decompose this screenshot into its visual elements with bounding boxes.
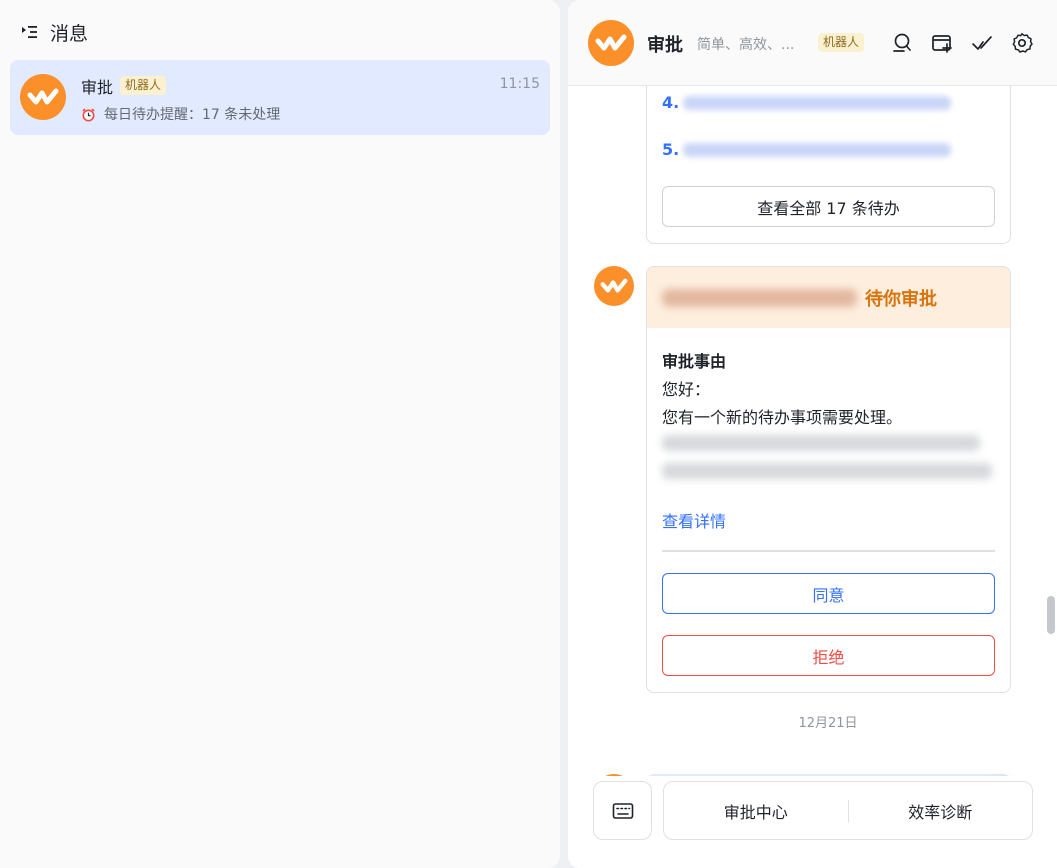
list-item[interactable]: 4.	[662, 93, 952, 112]
conversation-item-approval[interactable]: 审批 机器人 11:15 每日待办提醒：17 条未处理	[10, 60, 550, 135]
approval-reason-label: 审批事由	[662, 352, 727, 371]
redacted-text	[662, 435, 980, 451]
conversation-preview: 每日待办提醒：17 条未处理	[81, 104, 280, 124]
messages-title: 消息	[50, 22, 89, 45]
bottom-input-bar: 审批中心 效率诊断	[568, 776, 1057, 868]
bot-badge: 机器人	[120, 76, 167, 95]
view-all-todos-button[interactable]: 查看全部 17 条待办	[662, 186, 995, 227]
scrollbar-thumb[interactable]	[1047, 596, 1055, 634]
search-chat-icon[interactable]	[890, 31, 914, 55]
chat-title[interactable]: 审批	[647, 31, 683, 57]
alarm-clock-icon	[81, 107, 96, 122]
menu-efficiency-diagnosis[interactable]: 效率诊断	[849, 799, 1033, 823]
reject-button[interactable]: 拒绝	[662, 635, 995, 676]
conversation-time: 11:15	[499, 76, 540, 92]
greeting-text: 您好：	[662, 380, 711, 399]
bot-badge: 机器人	[818, 33, 865, 52]
conversation-list-header: 消息	[20, 18, 88, 46]
approval-body-text: 您有一个新的待办事项需要处理。	[662, 408, 903, 427]
redacted-text	[683, 142, 952, 157]
menu-approval-center[interactable]: 审批中心	[664, 799, 848, 823]
pin-check-icon[interactable]	[970, 31, 994, 55]
keyboard-toggle-button[interactable]	[593, 781, 652, 840]
settings-gear-icon[interactable]	[1010, 31, 1034, 55]
collapse-sidebar-icon[interactable]	[20, 23, 38, 41]
redacted-text	[683, 95, 952, 110]
approval-request-card: 待你审批 审批事由 您好： 您有一个新的待办事项需要处理。 查看详情 同意 拒绝	[646, 266, 1011, 693]
conversation-list-panel: 消息 审批 机器人 11:15 每日待办提醒：17 条未处理	[0, 0, 560, 868]
approval-bot-avatar[interactable]	[594, 266, 634, 306]
message-area: 4. 5. 查看全部 17 条待办 待你审批 审批事由 您好： 您有一个新的待办…	[568, 86, 1057, 776]
add-tab-icon[interactable]	[930, 31, 954, 55]
redacted-text	[662, 463, 992, 479]
chat-description: 简单、高效、...	[697, 37, 795, 53]
preview-text: 每日待办提醒：17 条未处理	[104, 107, 281, 123]
list-item[interactable]: 5.	[662, 140, 952, 159]
date-separator: 12月21日	[798, 716, 858, 731]
chat-header: 审批 简单、高效、... 机器人	[568, 0, 1057, 86]
todo-list-card: 4. 5. 查看全部 17 条待办	[646, 86, 1011, 244]
chat-panel: 审批 简单、高效、... 机器人 4. 5. 查看全部 17 条待办 待你审批 …	[568, 0, 1057, 868]
approval-bot-avatar[interactable]	[588, 20, 634, 66]
bot-menu-bar: 审批中心 效率诊断	[663, 781, 1033, 840]
list-item-index: 4.	[662, 93, 680, 112]
view-details-link[interactable]: 查看详情	[662, 508, 726, 532]
approval-bot-avatar	[20, 74, 66, 120]
conversation-name: 审批	[81, 78, 114, 97]
card-divider	[662, 550, 995, 552]
approval-card-header: 待你审批	[647, 267, 1010, 328]
approval-card-title: 待你审批	[865, 288, 937, 310]
redacted-requester	[662, 288, 857, 307]
agree-button[interactable]: 同意	[662, 573, 995, 614]
list-item-index: 5.	[662, 140, 680, 159]
keyboard-icon	[611, 799, 635, 823]
